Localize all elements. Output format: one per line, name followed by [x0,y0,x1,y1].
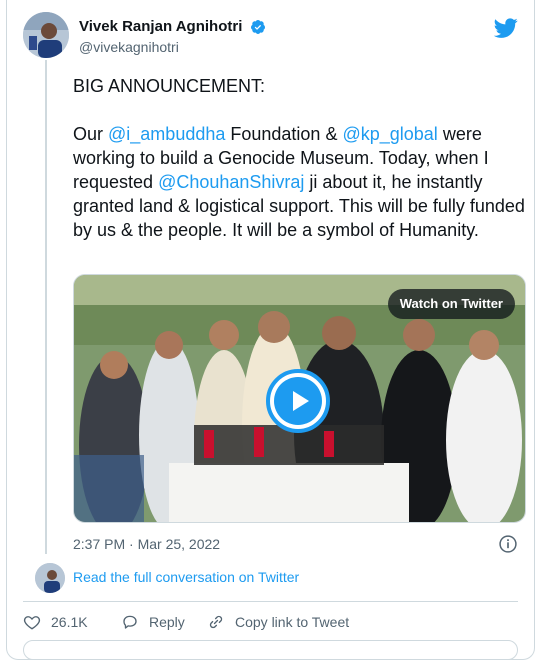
thread-line [45,60,47,554]
tweet-text-segment: Our [73,124,109,144]
play-button[interactable] [266,369,330,433]
tweet-text-segment: Foundation & [225,124,343,144]
author-name[interactable]: Vivek Ranjan Agnihotri [79,18,242,35]
author-info: Vivek Ranjan Agnihotri @vivekagnihotri [79,18,266,55]
tweet-text: BIG ANNOUNCEMENT: Our @i_ambuddha Founda… [73,74,528,242]
mention-link[interactable]: @ChouhanShivraj [158,172,304,192]
like-count: 26.1K [51,614,88,630]
read-conversation-row[interactable]: Read the full conversation on Twitter [23,563,518,593]
tweet-paragraph: Our @i_ambuddha Foundation & @kp_global … [73,122,528,242]
mention-link[interactable]: @kp_global [342,124,437,144]
author-avatar-small [35,563,65,593]
play-icon [274,377,322,425]
bottom-button-partial[interactable] [23,640,518,660]
timestamp-row: 2:37 PM · Mar 25, 2022 [73,533,518,555]
reply-button[interactable]: Reply [121,610,185,634]
copy-link-button[interactable]: Copy link to Tweet [207,610,349,634]
author-avatar[interactable] [23,12,69,58]
twitter-bird-icon[interactable] [494,16,518,40]
reply-icon [123,615,137,629]
link-icon [209,615,223,629]
author-handle[interactable]: @vivekagnihotri [79,39,266,55]
divider [23,601,518,602]
reply-label: Reply [149,614,185,630]
tweet-header: Vivek Ranjan Agnihotri @vivekagnihotri [23,12,518,62]
watch-on-twitter-button[interactable]: Watch on Twitter [387,289,515,319]
verified-badge-icon [250,19,265,34]
like-button[interactable]: 26.1K [23,610,88,634]
copy-link-label: Copy link to Tweet [235,614,350,630]
tweet-card: Vivek Ranjan Agnihotri @vivekagnihotri B… [6,0,535,660]
mention-link[interactable]: @i_ambuddha [108,124,225,144]
tweet-actions: 26.1K Reply Copy link to Tweet [23,610,518,634]
read-conversation-link[interactable]: Read the full conversation on Twitter [73,569,299,585]
video-media[interactable]: Watch on Twitter [73,274,526,523]
tweet-timestamp[interactable]: 2:37 PM · Mar 25, 2022 [73,536,220,552]
tweet-line-announcement: BIG ANNOUNCEMENT: [73,76,266,96]
info-icon[interactable] [498,534,518,554]
heart-icon [23,616,41,630]
